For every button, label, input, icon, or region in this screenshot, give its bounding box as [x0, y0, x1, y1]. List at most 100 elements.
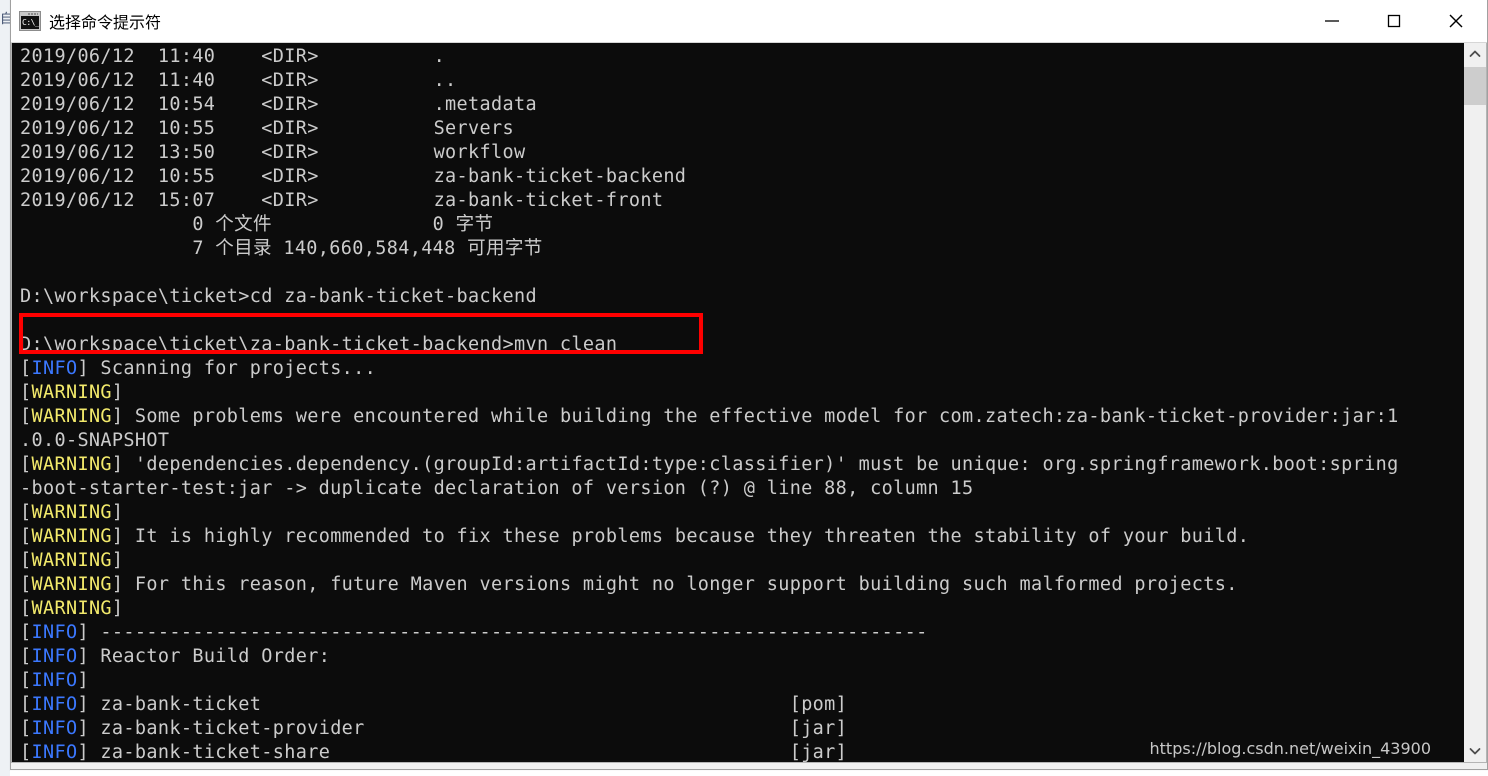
terminal-text-span: INFO: [31, 694, 78, 715]
maximize-button[interactable]: [1363, 0, 1425, 42]
terminal-text-span: WARNING: [31, 454, 112, 475]
close-button[interactable]: [1425, 0, 1487, 42]
titlebar-identity: C:\_ 选择命令提示符: [11, 9, 161, 33]
terminal-line: 2019/06/12 15:07 <DIR> za-bank-ticket-fr…: [12, 189, 1463, 213]
vertical-scrollbar[interactable]: [1463, 43, 1486, 762]
terminal-text-span: ] za-bank-ticket-provider [jar]: [77, 718, 848, 739]
terminal-text-span: 2019/06/12 11:40 <DIR> .: [20, 46, 446, 67]
terminal-line: D:\workspace\ticket\za-bank-ticket-backe…: [12, 333, 1463, 357]
terminal-line: 2019/06/12 11:40 <DIR> .: [12, 45, 1463, 69]
minimize-button[interactable]: [1301, 0, 1363, 42]
terminal-text-span: [: [20, 550, 32, 571]
terminal-text-span: INFO: [31, 358, 78, 379]
terminal-text-span: 2019/06/12 10:54 <DIR> .metadata: [20, 94, 537, 115]
scrollbar-thumb[interactable]: [1464, 67, 1486, 105]
terminal-text-span: 2019/06/12 15:07 <DIR> za-bank-ticket-fr…: [20, 190, 664, 211]
terminal-output-area[interactable]: 2019/06/12 11:40 <DIR> . 2019/06/12 11:40…: [12, 43, 1463, 762]
terminal-text-span: D:\workspace\ticket\za-bank-ticket-backe…: [20, 334, 618, 355]
terminal-line: -boot-starter-test:jar -> duplicate decl…: [12, 477, 1463, 501]
terminal-text-span: WARNING: [31, 574, 112, 595]
terminal-text-span: [: [20, 718, 32, 739]
terminal-text-span: INFO: [31, 742, 78, 762]
watermark-url: https://blog.csdn.net/weixin_43900: [1149, 739, 1431, 758]
terminal-text-span: [: [20, 454, 32, 475]
terminal-line: 2019/06/12 10:54 <DIR> .metadata: [12, 93, 1463, 117]
terminal-line: [WARNING]: [12, 381, 1463, 405]
terminal-text-span: WARNING: [31, 550, 112, 571]
terminal-text-span: ] For this reason, future Maven versions…: [111, 574, 1238, 595]
terminal-text-span: D:\workspace\ticket>cd za-bank-ticket-ba…: [20, 286, 537, 307]
terminal-text-span: .0.0-SNAPSHOT: [20, 430, 170, 451]
terminal-text-span: [: [20, 526, 32, 547]
terminal-line: 2019/06/12 10:55 <DIR> Servers: [12, 117, 1463, 141]
scroll-up-button[interactable]: [1464, 43, 1486, 65]
maximize-icon: [1387, 14, 1401, 28]
terminal-text-span: [: [20, 382, 32, 403]
terminal-text-span: INFO: [31, 718, 78, 739]
desktop-left-strip: [0, 0, 10, 776]
scrollbar-track[interactable]: [1464, 65, 1486, 740]
terminal-text-span: WARNING: [31, 382, 112, 403]
terminal-text-span: ]: [111, 550, 124, 571]
terminal-text-span: [: [20, 358, 32, 379]
terminal-text-span: WARNING: [31, 406, 112, 427]
terminal-text-span: ] 'dependencies.dependency.(groupId:arti…: [111, 454, 1399, 475]
terminal-text-span: [: [20, 742, 32, 762]
minimize-icon: [1325, 20, 1339, 22]
terminal-line: [INFO] ---------------------------------…: [12, 621, 1463, 645]
terminal-text-span: WARNING: [31, 526, 112, 547]
terminal-text-span: [: [20, 622, 32, 643]
terminal-text-span: INFO: [31, 622, 78, 643]
terminal-text-span: ] za-bank-ticket-share [jar]: [77, 742, 848, 762]
terminal-text-span: 7 个目录 140,660,584,448 可用字节: [20, 238, 543, 259]
terminal-text-span: ] Some problems were encountered while b…: [111, 406, 1399, 427]
terminal-text-span: [: [20, 574, 32, 595]
terminal-text-span: 2019/06/12 13:50 <DIR> workflow: [20, 142, 526, 163]
window-title: 选择命令提示符: [49, 13, 162, 32]
terminal-text-span: [: [20, 502, 32, 523]
terminal-text-span: ] Scanning for projects...: [77, 358, 377, 379]
scroll-down-button[interactable]: [1464, 740, 1486, 762]
terminal-text-span: [: [20, 694, 32, 715]
terminal-line: [WARNING] 'dependencies.dependency.(grou…: [12, 453, 1463, 477]
cmd-icon-prompt-glyph: C:\_: [22, 18, 39, 27]
terminal-line: 2019/06/12 10:55 <DIR> za-bank-ticket-ba…: [12, 165, 1463, 189]
close-icon: [1449, 14, 1463, 28]
terminal-text-span: ] It is highly recommended to fix these …: [111, 526, 1250, 547]
terminal-line: [INFO] za-bank-ticket-provider [jar]: [12, 717, 1463, 741]
terminal-line: [WARNING] Some problems were encountered…: [12, 405, 1463, 429]
terminal-text-span: INFO: [31, 646, 78, 667]
window-bottom-edge: [11, 763, 1487, 769]
terminal-text-span: 2019/06/12 10:55 <DIR> Servers: [20, 118, 514, 139]
terminal-line: 2019/06/12 13:50 <DIR> workflow: [12, 141, 1463, 165]
terminal-text-span: 2019/06/12 11:40 <DIR> ..: [20, 70, 457, 91]
terminal-text-span: 0 个文件 0 字节: [20, 214, 494, 235]
window-controls: [1301, 0, 1487, 42]
terminal-text-span: ]: [111, 598, 124, 619]
terminal-text-span: [: [20, 406, 32, 427]
cmd-icon-titlebar-dots: [28, 13, 38, 15]
terminal-text-span: -boot-starter-test:jar -> duplicate decl…: [20, 478, 974, 499]
cmd-prompt-icon: C:\_: [19, 11, 41, 31]
terminal-text-span: [: [20, 670, 32, 691]
terminal-line: .0.0-SNAPSHOT: [12, 429, 1463, 453]
terminal-line: [INFO] Reactor Build Order:: [12, 645, 1463, 669]
terminal-line: 2019/06/12 11:40 <DIR> ..: [12, 69, 1463, 93]
terminal-text-span: WARNING: [31, 598, 112, 619]
terminal-text-span: 2019/06/12 10:55 <DIR> za-bank-ticket-ba…: [20, 166, 687, 187]
terminal-line: [INFO] Scanning for projects...: [12, 357, 1463, 381]
terminal-line: [WARNING]: [12, 501, 1463, 525]
terminal-text-span: ]: [111, 382, 124, 403]
terminal-line: [WARNING] It is highly recommended to fi…: [12, 525, 1463, 549]
terminal-text-span: INFO: [31, 670, 78, 691]
terminal-lines: 2019/06/12 11:40 <DIR> . 2019/06/12 11:40…: [12, 45, 1463, 762]
terminal-text-span: [: [20, 598, 32, 619]
terminal-line: 7 个目录 140,660,584,448 可用字节: [12, 237, 1463, 261]
window-titlebar[interactable]: C:\_ 选择命令提示符: [11, 0, 1487, 43]
command-prompt-window: C:\_ 选择命令提示符 2019/06/12 11:40 <DIR> . 20…: [10, 0, 1488, 770]
terminal-text-span: ] Reactor Build Order:: [77, 646, 331, 667]
terminal-text-span: ] za-bank-ticket [pom]: [77, 694, 848, 715]
terminal-text-span: ] --------------------------------------…: [77, 622, 928, 643]
